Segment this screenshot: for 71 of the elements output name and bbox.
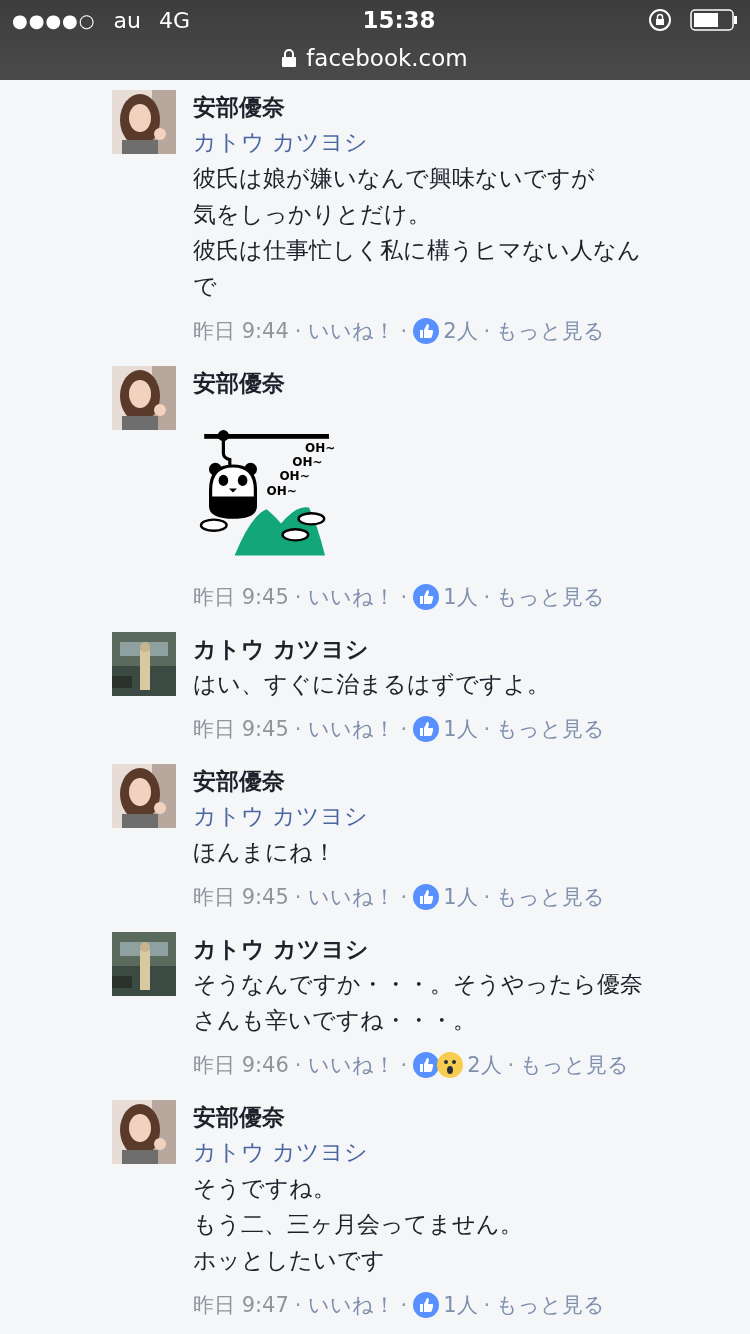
signal-dots: ●●●●○ (12, 9, 96, 31)
separator-dot: · (400, 1293, 408, 1317)
reaction-count[interactable]: 1人 (443, 715, 478, 743)
separator-dot: · (400, 885, 408, 909)
more-link[interactable]: もっと見る (520, 1051, 630, 1079)
comment-time: 昨日 9:44 (193, 318, 289, 345)
rotation-lock-icon (648, 8, 672, 32)
like-link[interactable]: いいね！ (307, 715, 395, 743)
like-link[interactable]: いいね！ (307, 1291, 395, 1319)
page-address[interactable]: facebook.com (306, 45, 468, 71)
like-link[interactable]: いいね！ (307, 583, 395, 611)
comment-time: 昨日 9:47 (193, 1292, 289, 1319)
comment-time: 昨日 9:45 (193, 584, 289, 611)
like-link[interactable]: いいね！ (307, 1051, 395, 1079)
lock-icon (282, 49, 297, 67)
separator-dot: · (294, 717, 302, 741)
comment-time: 昨日 9:45 (193, 716, 289, 743)
comment-text: はい、すぐに治まるはずですよ。 (193, 670, 551, 699)
separator-dot: · (507, 1053, 515, 1077)
separator-dot: · (483, 1293, 491, 1317)
comment-author[interactable]: カトウ カツヨシ (193, 632, 606, 666)
comment-text: ホッとしたいです (193, 1246, 386, 1275)
separator-dot: · (294, 585, 302, 609)
reply-tag-link[interactable]: カトウ カツヨシ (193, 798, 606, 834)
comment-text: 彼氏は娘が嫌いなんで興味ないですが (193, 164, 596, 193)
separator-dot: · (400, 319, 408, 343)
comment-author[interactable]: 安部優奈 (193, 1100, 606, 1134)
comment-text: 気をしっかりとだけ。 (193, 200, 432, 229)
reaction-count[interactable]: 2人 (467, 1051, 502, 1079)
comment-author[interactable]: 安部優奈 (193, 764, 606, 798)
battery-icon (690, 9, 738, 31)
comment-text: で (193, 272, 218, 301)
comment-text: そうなんですか・・・。そうやったら優奈 (193, 970, 643, 999)
separator-dot: · (483, 717, 491, 741)
comment-author[interactable]: 安部優奈 (193, 90, 641, 124)
comment-time: 昨日 9:46 (193, 1052, 289, 1079)
like-link[interactable]: いいね！ (307, 317, 395, 345)
comment-text: さんも辛いですね・・・。 (193, 1006, 477, 1035)
comment-time: 昨日 9:45 (193, 884, 289, 911)
more-link[interactable]: もっと見る (496, 883, 606, 911)
comment-author[interactable]: カトウ カツヨシ (193, 932, 643, 966)
clock: 15:38 (361, 7, 437, 33)
reaction-count[interactable]: 1人 (443, 883, 478, 911)
reaction-count[interactable]: 1人 (443, 1291, 478, 1319)
network-type: 4G (158, 7, 190, 33)
more-link[interactable]: もっと見る (496, 715, 606, 743)
separator-dot: · (294, 1293, 302, 1317)
separator-dot: · (294, 1053, 302, 1077)
comment-text: もう二、三ヶ月会ってません。 (193, 1210, 524, 1239)
separator-dot: · (400, 717, 408, 741)
separator-dot: · (400, 1053, 408, 1077)
separator-dot: · (483, 585, 491, 609)
sticker-drawing: OH~ OH~ OH~ OH~ (193, 410, 353, 570)
like-link[interactable]: いいね！ (307, 883, 395, 911)
separator-dot: · (483, 885, 491, 909)
separator-dot: · (483, 319, 491, 343)
comment-text: ほんまにね！ (193, 838, 337, 867)
reply-tag-link[interactable]: カトウ カツヨシ (193, 124, 641, 160)
separator-dot: · (294, 319, 302, 343)
carrier: au (113, 7, 141, 33)
comment-text: そうですね。 (193, 1174, 337, 1203)
reply-tag-link[interactable]: カトウ カツヨシ (193, 1134, 606, 1170)
separator-dot: · (400, 585, 408, 609)
more-link[interactable]: もっと見る (496, 583, 606, 611)
more-link[interactable]: もっと見る (496, 317, 606, 345)
more-link[interactable]: もっと見る (496, 1291, 606, 1319)
comment-author[interactable]: 安部優奈 (193, 366, 606, 400)
reaction-count[interactable]: 2人 (443, 317, 478, 345)
reaction-count[interactable]: 1人 (443, 583, 478, 611)
comment-text: 彼氏は仕事忙しく私に構うヒマない人なん (193, 236, 641, 265)
separator-dot: · (294, 885, 302, 909)
